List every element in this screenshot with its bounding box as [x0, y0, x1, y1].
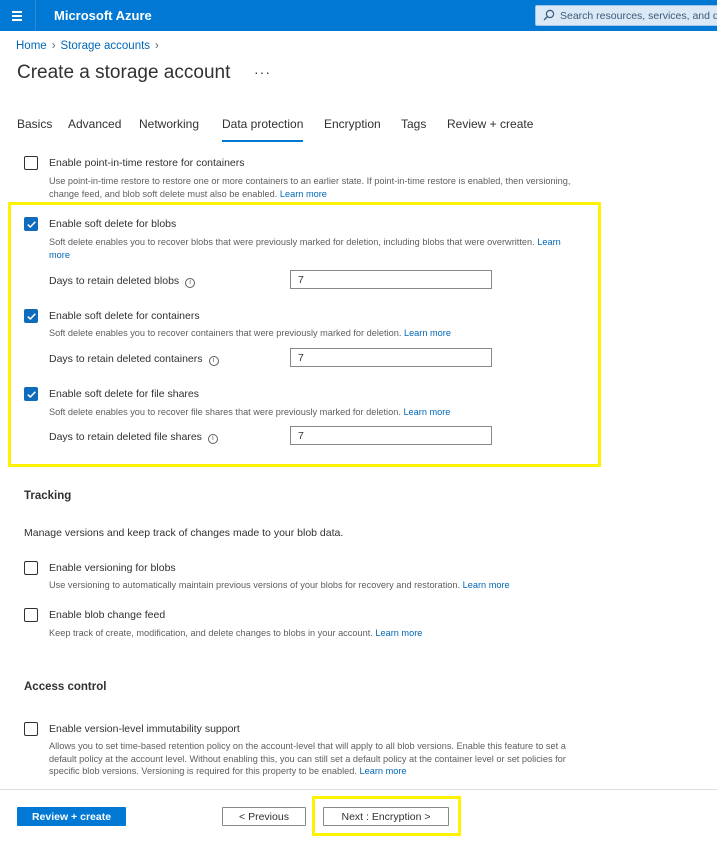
field-label-text: Days to retain deleted file shares — [49, 431, 202, 443]
soft-delete-containers-checkbox[interactable] — [24, 309, 38, 323]
immutability-label: Enable version-level immutability suppor… — [49, 723, 240, 735]
versioning-checkbox[interactable] — [24, 561, 38, 575]
checkmark-icon — [27, 221, 36, 229]
immutability-checkbox[interactable] — [24, 722, 38, 736]
access-control-section-title: Access control — [24, 681, 107, 693]
soft-delete-shares-description: Soft delete enables you to recover file … — [49, 406, 450, 419]
immutability-description-line: Allows you to set time-based retention p… — [49, 741, 566, 751]
learn-more-link[interactable]: Learn more — [375, 628, 422, 638]
soft-delete-containers-label: Enable soft delete for containers — [49, 310, 200, 322]
breadcrumb-home[interactable]: Home — [16, 40, 47, 52]
global-search-input[interactable]: Search resources, services, and docs (G+… — [535, 5, 717, 26]
tab-tags[interactable]: Tags — [401, 117, 426, 131]
learn-more-link[interactable]: Learn — [537, 237, 561, 247]
info-icon[interactable]: i — [185, 278, 196, 288]
versioning-description: Use versioning to automatically maintain… — [49, 579, 510, 592]
change-feed-label: Enable blob change feed — [49, 609, 166, 621]
field-label-text: Days to retain deleted blobs — [49, 275, 180, 287]
tracking-section-title: Tracking — [24, 490, 72, 502]
soft-delete-blobs-description: Soft delete enables you to recover blobs… — [49, 236, 594, 261]
next-encryption-button[interactable]: Next : Encryption > — [323, 807, 449, 826]
versioning-label: Enable versioning for blobs — [49, 562, 176, 574]
tab-networking[interactable]: Networking — [139, 117, 199, 131]
pitr-description: Use point-in-time restore to restore one… — [49, 175, 570, 200]
learn-more-link[interactable]: Learn more — [360, 766, 407, 776]
active-tab-indicator — [222, 140, 303, 142]
more-options-icon[interactable]: ··· — [254, 64, 271, 80]
pitr-checkbox[interactable] — [24, 156, 38, 170]
change-feed-description-text: Keep track of create, modification, and … — [49, 628, 373, 638]
soft-delete-blobs-description-text: Soft delete enables you to recover blobs… — [49, 237, 535, 247]
soft-delete-shares-checkbox[interactable] — [24, 387, 38, 401]
chevron-right-icon: › — [155, 40, 159, 52]
tab-data-protection[interactable]: Data protection — [222, 117, 303, 131]
days-retain-shares-input[interactable] — [290, 426, 492, 445]
field-label-text: Days to retain deleted containers — [49, 353, 203, 365]
search-icon — [543, 9, 555, 21]
breadcrumb: Home › Storage accounts › — [16, 40, 164, 52]
days-retain-containers-label: Days to retain deleted containers i — [49, 353, 219, 366]
learn-more-link[interactable]: Learn more — [280, 189, 327, 199]
soft-delete-shares-label: Enable soft delete for file shares — [49, 388, 200, 400]
info-icon[interactable]: i — [207, 434, 218, 444]
review-create-button[interactable]: Review + create — [17, 807, 126, 826]
tracking-section-description: Manage versions and keep track of change… — [24, 527, 344, 539]
learn-more-link[interactable]: Learn more — [463, 580, 510, 590]
footer-divider — [0, 789, 717, 790]
immutability-description-line: specific blob versions. Versioning is re… — [49, 766, 357, 776]
learn-more-link[interactable]: more — [49, 250, 70, 260]
days-retain-blobs-input[interactable] — [290, 270, 492, 289]
learn-more-link[interactable]: Learn more — [404, 328, 451, 338]
search-placeholder: Search resources, services, and docs (G+… — [560, 10, 717, 22]
previous-button[interactable]: < Previous — [222, 807, 306, 826]
change-feed-checkbox[interactable] — [24, 608, 38, 622]
checkmark-icon — [27, 391, 36, 399]
tab-encryption[interactable]: Encryption — [324, 117, 381, 131]
soft-delete-blobs-checkbox[interactable] — [24, 217, 38, 231]
immutability-description: Allows you to set time-based retention p… — [49, 740, 566, 778]
brand-name[interactable]: Microsoft Azure — [54, 8, 152, 23]
tab-advanced[interactable]: Advanced — [68, 117, 121, 131]
top-nav-bar: Microsoft Azure Search resources, servic… — [0, 0, 717, 31]
tab-basics[interactable]: Basics — [17, 117, 52, 131]
tab-bar: Basics Advanced Networking Data protecti… — [0, 117, 717, 143]
soft-delete-containers-description-text: Soft delete enables you to recover conta… — [49, 328, 402, 338]
learn-more-link[interactable]: Learn more — [403, 407, 450, 417]
breadcrumb-storage-accounts[interactable]: Storage accounts — [61, 40, 151, 52]
pitr-label: Enable point-in-time restore for contain… — [49, 157, 245, 169]
days-retain-blobs-label: Days to retain deleted blobs i — [49, 275, 196, 288]
chevron-right-icon: › — [51, 40, 56, 52]
soft-delete-containers-description: Soft delete enables you to recover conta… — [49, 327, 451, 340]
soft-delete-shares-description-text: Soft delete enables you to recover file … — [49, 407, 401, 417]
info-icon[interactable]: i — [208, 356, 219, 366]
days-retain-shares-label: Days to retain deleted file shares i — [49, 431, 218, 444]
days-retain-containers-input[interactable] — [290, 348, 492, 367]
change-feed-description: Keep track of create, modification, and … — [49, 627, 422, 640]
tab-review-create[interactable]: Review + create — [447, 117, 533, 131]
pitr-description-line: Use point-in-time restore to restore one… — [49, 176, 571, 186]
page-title: Create a storage account — [17, 62, 231, 83]
immutability-description-line: default policy at the account level. Wit… — [49, 753, 566, 764]
divider — [35, 0, 36, 31]
checkmark-icon — [27, 313, 36, 321]
versioning-description-text: Use versioning to automatically maintain… — [49, 580, 461, 590]
soft-delete-blobs-label: Enable soft delete for blobs — [49, 218, 177, 230]
hamburger-menu-icon[interactable] — [7, 6, 27, 24]
pitr-description-line: change feed, and blob soft delete must a… — [49, 188, 278, 199]
